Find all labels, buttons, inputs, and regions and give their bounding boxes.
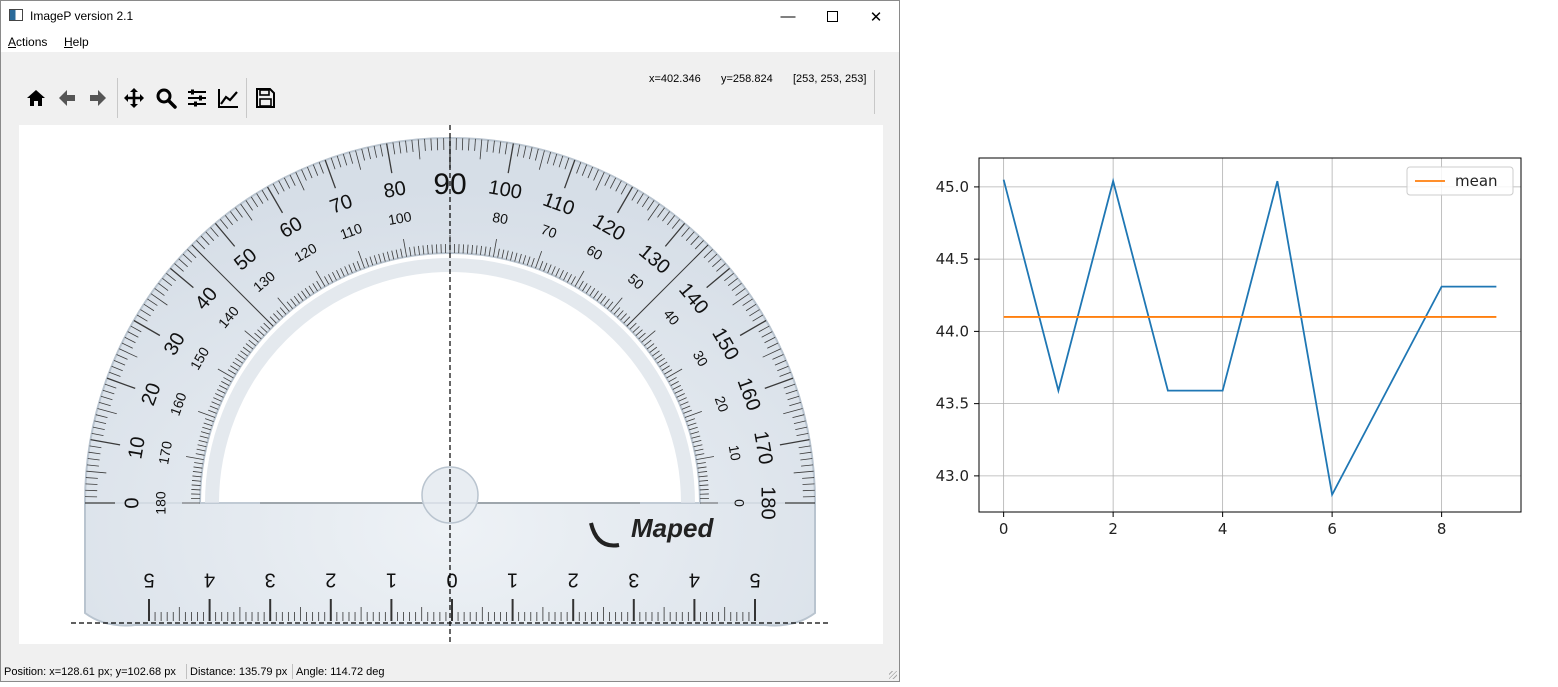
edit-axis-button[interactable] bbox=[215, 85, 241, 111]
pan-icon bbox=[123, 87, 145, 109]
home-button[interactable] bbox=[23, 85, 49, 111]
maximize-icon bbox=[827, 11, 838, 22]
ruler-label: 3 bbox=[628, 569, 639, 591]
y-tick-label: 44.5 bbox=[936, 250, 969, 268]
protractor-image: 0102030405060708090100110120130140150160… bbox=[19, 125, 883, 644]
y-tick-label: 43.5 bbox=[936, 395, 969, 413]
status-bar: Position: x=128.61 px; y=102.68 px Dista… bbox=[1, 661, 899, 681]
ruler-label: 2 bbox=[568, 569, 579, 591]
inner-scale-label: 80 bbox=[491, 209, 509, 227]
maximize-button[interactable] bbox=[809, 1, 855, 32]
outer-scale-label: 10 bbox=[124, 435, 150, 461]
ruler-label: 3 bbox=[265, 569, 276, 591]
cursor-y-readout: y=258.824 bbox=[721, 73, 773, 85]
window-title: ImageP version 2.1 bbox=[30, 9, 133, 23]
outer-scale-label: 180 bbox=[757, 486, 779, 519]
status-distance: Distance: 135.79 px bbox=[190, 666, 287, 678]
forward-button[interactable] bbox=[85, 85, 111, 111]
status-angle: Angle: 114.72 deg bbox=[296, 666, 384, 678]
menu-bar: Actions Help bbox=[1, 32, 899, 52]
minimize-button[interactable]: — bbox=[765, 1, 811, 32]
ruler-label: 5 bbox=[143, 569, 154, 591]
x-tick-label: 8 bbox=[1437, 520, 1447, 538]
cursor-x-readout: x=402.346 bbox=[649, 73, 701, 85]
title-bar[interactable]: ImageP version 2.1 — ✕ bbox=[1, 1, 899, 32]
save-icon bbox=[254, 87, 276, 109]
inner-scale-label: 180 bbox=[153, 491, 169, 515]
configure-subplots-icon bbox=[186, 87, 208, 109]
ruler-label: 5 bbox=[749, 569, 760, 591]
ruler-label: 4 bbox=[689, 569, 700, 591]
toolbar-separator bbox=[246, 78, 247, 118]
pixel-value-readout: [253, 253, 253] bbox=[793, 73, 866, 85]
app-window: ImageP version 2.1 — ✕ Actions Help bbox=[0, 0, 900, 682]
save-button[interactable] bbox=[252, 85, 278, 111]
status-position: Position: x=128.61 px; y=102.68 px bbox=[4, 666, 176, 678]
resize-grip-icon[interactable] bbox=[889, 671, 897, 679]
zoom-icon bbox=[155, 87, 177, 109]
image-canvas[interactable]: 0102030405060708090100110120130140150160… bbox=[19, 125, 883, 644]
back-arrow-icon bbox=[56, 87, 78, 109]
status-separator bbox=[186, 664, 187, 679]
back-button[interactable] bbox=[54, 85, 80, 111]
legend-label-mean: mean bbox=[1455, 172, 1498, 190]
outer-scale-label: 0 bbox=[121, 497, 143, 508]
ruler-label: 1 bbox=[507, 569, 518, 591]
menu-actions[interactable]: Actions bbox=[8, 35, 47, 49]
y-tick-label: 45.0 bbox=[936, 178, 969, 196]
ruler-label: 2 bbox=[325, 569, 336, 591]
brand-logo: Maped bbox=[631, 513, 714, 543]
close-icon: ✕ bbox=[870, 8, 883, 26]
x-tick-label: 0 bbox=[999, 520, 1009, 538]
y-tick-label: 44.0 bbox=[936, 322, 969, 340]
minimize-icon: — bbox=[781, 8, 796, 25]
x-tick-label: 6 bbox=[1327, 520, 1337, 538]
toolbar-separator bbox=[874, 70, 875, 114]
menu-help[interactable]: Help bbox=[64, 35, 89, 49]
home-icon bbox=[25, 87, 47, 109]
outer-scale-label: 80 bbox=[382, 177, 408, 203]
plot-area bbox=[979, 158, 1521, 512]
ruler-label: 4 bbox=[204, 569, 215, 591]
x-tick-label: 4 bbox=[1218, 520, 1228, 538]
configure-subplots-button[interactable] bbox=[184, 85, 210, 111]
toolbar: x=402.346 y=258.824 [253, 253, 253] bbox=[1, 52, 899, 124]
forward-arrow-icon bbox=[87, 87, 109, 109]
status-separator bbox=[292, 664, 293, 679]
inner-scale-label: 10 bbox=[726, 444, 744, 462]
y-tick-label: 43.0 bbox=[936, 467, 969, 485]
ruler-label: 1 bbox=[386, 569, 397, 591]
pan-button[interactable] bbox=[121, 85, 147, 111]
edit-axis-icon bbox=[217, 87, 239, 109]
x-tick-label: 2 bbox=[1108, 520, 1118, 538]
app-icon bbox=[9, 9, 23, 21]
chart-svg: 0 2 4 6 8 43.0 43.5 44.0 44.5 45.0 mean bbox=[900, 0, 1558, 682]
line-chart: 0 2 4 6 8 43.0 43.5 44.0 44.5 45.0 mean bbox=[900, 0, 1558, 682]
close-button[interactable]: ✕ bbox=[853, 1, 899, 32]
toolbar-separator bbox=[117, 78, 118, 118]
zoom-button[interactable] bbox=[153, 85, 179, 111]
inner-scale-label: 0 bbox=[731, 499, 747, 507]
ruler-label: 0 bbox=[446, 569, 457, 591]
